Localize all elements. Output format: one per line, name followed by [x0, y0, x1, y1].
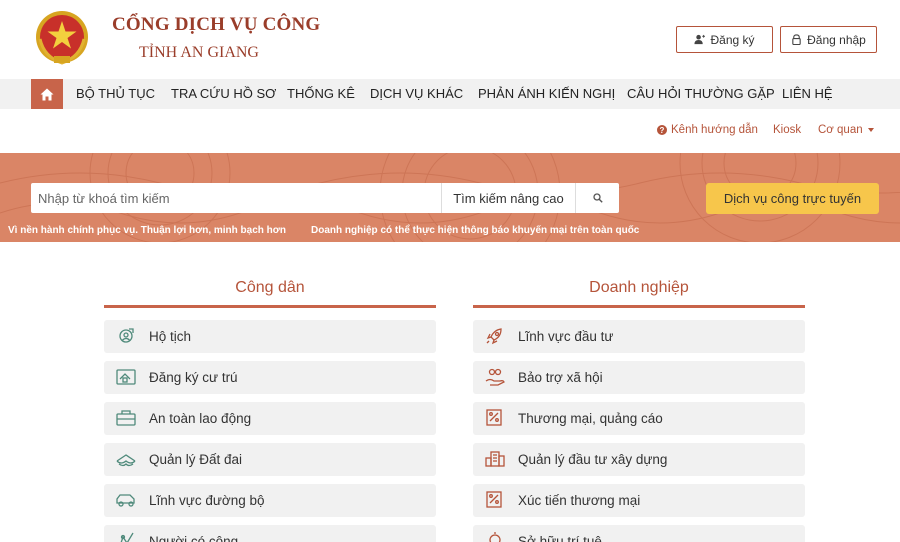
- advanced-search-label: Tìm kiếm nâng cao: [453, 190, 564, 206]
- caret-down-icon: [867, 128, 874, 132]
- nav-other-services[interactable]: DỊCH VỤ KHÁC: [370, 79, 463, 109]
- citizen-item-residence[interactable]: Đăng ký cư trú: [104, 361, 436, 394]
- register-label: Đăng ký: [710, 32, 755, 47]
- site-logo[interactable]: CỔNG DỊCH VỤ CÔNG TỈNH AN GIANG: [112, 14, 320, 66]
- nav-lookup[interactable]: TRA CỨU HỒ SƠ: [171, 79, 276, 109]
- business-item-label: Sở hữu trí tuệ: [518, 534, 602, 542]
- guide-link[interactable]: ? Kênh hướng dẫn: [657, 121, 758, 139]
- car-icon: [116, 494, 135, 507]
- building-icon: [485, 451, 505, 467]
- land-icon: [116, 454, 136, 467]
- register-button[interactable]: Đăng ký: [676, 26, 773, 53]
- civil-status-icon: [119, 328, 134, 343]
- business-item-label: Lĩnh vực đầu tư: [518, 329, 614, 344]
- logo-subtitle: TỈNH AN GIANG: [139, 44, 259, 61]
- business-item-construction[interactable]: Quản lý đầu tư xây dựng: [473, 443, 805, 476]
- business-item-label: Bảo trợ xã hội: [518, 370, 603, 385]
- search-input[interactable]: [31, 183, 441, 213]
- citizen-item-label: Hộ tịch: [149, 329, 192, 344]
- home-icon: [40, 88, 54, 100]
- user-plus-icon: [694, 34, 706, 45]
- lock-icon: [792, 34, 801, 45]
- question-circle-icon: ?: [657, 125, 667, 135]
- business-item-social-care[interactable]: Bảo trợ xã hội: [473, 361, 805, 394]
- business-section-title: Doanh nghiệp: [589, 279, 689, 296]
- kiosk-link[interactable]: Kiosk: [773, 121, 801, 139]
- meritorious-icon: [120, 532, 134, 542]
- social-care-icon: [485, 368, 505, 386]
- nav-contact[interactable]: LIÊN HỆ: [782, 79, 833, 109]
- online-service-label: Dịch vụ công trực tuyến: [723, 191, 862, 206]
- nav-statistics[interactable]: THỐNG KÊ: [287, 79, 355, 109]
- business-item-label: Xúc tiến thương mại: [518, 493, 641, 508]
- agency-dropdown[interactable]: Cơ quan: [818, 121, 874, 139]
- citizen-item-label: Quản lý Đất đai: [149, 452, 243, 467]
- logo-title: CỔNG DỊCH VỤ CÔNG: [112, 14, 321, 35]
- citizen-divider: [104, 305, 436, 308]
- business-item-intellectual-property[interactable]: Sở hữu trí tuệ: [473, 525, 805, 542]
- percent-tag-icon: [486, 491, 502, 508]
- citizen-item-label: An toàn lao động: [149, 411, 252, 426]
- business-item-label: Thương mại, quảng cáo: [518, 411, 663, 426]
- rocket-icon: [486, 328, 502, 345]
- citizen-item-label: Người có công: [149, 534, 239, 542]
- advanced-search-button[interactable]: Tìm kiếm nâng cao: [441, 183, 575, 213]
- business-item-investment[interactable]: Lĩnh vực đầu tư: [473, 320, 805, 353]
- search-button[interactable]: [575, 183, 619, 213]
- business-divider: [473, 305, 805, 308]
- agency-label: Cơ quan: [818, 124, 863, 136]
- citizen-item-land[interactable]: Quản lý Đất đai: [104, 443, 436, 476]
- nav-feedback[interactable]: PHẢN ÁNH KIẾN NGHỊ: [478, 79, 615, 109]
- nav-faq[interactable]: CÂU HỎI THƯỜNG GẶP: [627, 79, 775, 109]
- citizen-item-road[interactable]: Lĩnh vực đường bộ: [104, 484, 436, 517]
- citizen-section-title: Công dân: [235, 279, 305, 296]
- business-item-trade-promotion[interactable]: Xúc tiến thương mại: [473, 484, 805, 517]
- percent-tag-icon: [486, 409, 502, 426]
- nav-procedures[interactable]: BỘ THỦ TỤC: [76, 79, 155, 109]
- intellectual-property-icon: [489, 532, 501, 542]
- main-nav: BỘ THỦ TỤC TRA CỨU HỒ SƠ THỐNG KÊ DỊCH V…: [0, 79, 900, 109]
- business-item-label: Quản lý đầu tư xây dựng: [518, 452, 668, 467]
- marquee-item[interactable]: Vì nền hành chính phục vụ. Thuận lợi hơn…: [8, 225, 286, 236]
- toolbox-icon: [116, 410, 136, 426]
- guide-label: Kênh hướng dẫn: [671, 124, 758, 136]
- citizen-item-label: Đăng ký cư trú: [149, 370, 238, 385]
- national-emblem-icon[interactable]: [34, 9, 90, 67]
- nav-home[interactable]: [31, 79, 63, 109]
- citizen-item-label: Lĩnh vực đường bộ: [149, 493, 265, 508]
- site-header: CỔNG DỊCH VỤ CÔNG TỈNH AN GIANG Đăng ký …: [0, 0, 900, 79]
- search-icon: [592, 193, 603, 203]
- citizen-item-meritorious[interactable]: Người có công: [104, 525, 436, 542]
- kiosk-label: Kiosk: [773, 124, 802, 136]
- search-banner: Tìm kiếm nâng cao Dịch vụ công trực tuyế…: [0, 153, 900, 242]
- marquee-item[interactable]: Doanh nghiệp có thể thực hiện thông báo …: [311, 225, 639, 236]
- citizen-item-civil-status[interactable]: Hộ tịch: [104, 320, 436, 353]
- online-public-service-button[interactable]: Dịch vụ công trực tuyến: [706, 183, 879, 214]
- residence-icon: [116, 369, 136, 385]
- login-label: Đăng nhập: [807, 32, 866, 47]
- login-button[interactable]: Đăng nhập: [780, 26, 877, 53]
- business-item-trade-advertising[interactable]: Thương mại, quảng cáo: [473, 402, 805, 435]
- citizen-item-labor-safety[interactable]: An toàn lao động: [104, 402, 436, 435]
